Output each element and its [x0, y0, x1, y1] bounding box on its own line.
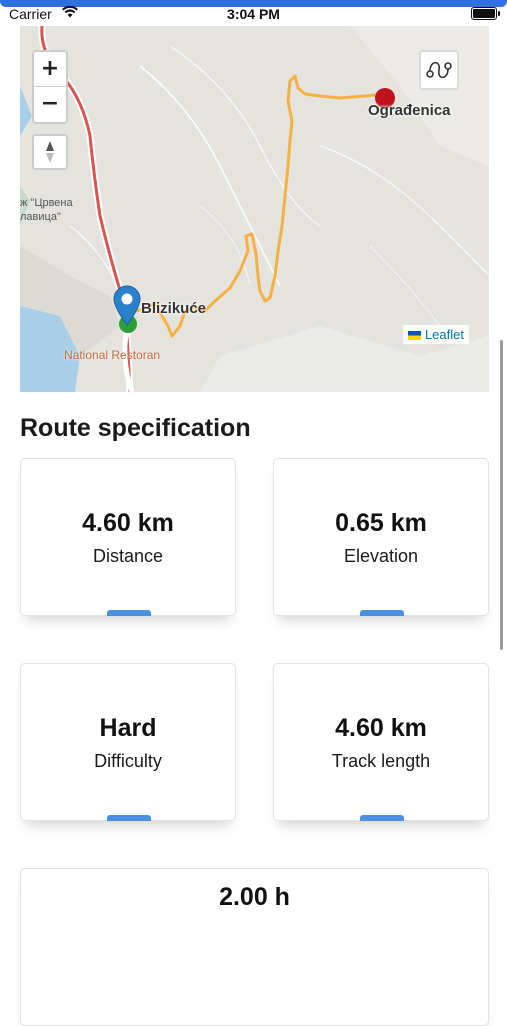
card-accent-bar: [360, 610, 404, 616]
card-label: Distance: [92, 546, 164, 566]
place-label-start: Blizikuće: [141, 300, 207, 317]
spec-card-difficulty[interactable]: Hard Difficulty: [20, 663, 236, 821]
restaurant-label: National Restoran: [64, 348, 161, 362]
zoom-out-button[interactable]: −: [34, 87, 66, 122]
clock-time: 3:04 PM: [227, 6, 280, 22]
compass-icon: [46, 141, 54, 163]
card-label: Elevation: [343, 546, 419, 566]
route-icon: [426, 61, 452, 79]
spec-card-distance[interactable]: 4.60 km Distance: [20, 458, 236, 616]
card-label: Difficulty: [94, 751, 162, 771]
card-value: 4.60 km: [82, 509, 174, 537]
leaflet-link[interactable]: Leaflet: [425, 327, 464, 342]
battery-icon: [471, 7, 500, 20]
cyrillic-line-2: лавица": [20, 211, 61, 223]
scrollbar[interactable]: [500, 340, 503, 650]
place-label-end: Ograđenica: [368, 102, 451, 119]
compass-button[interactable]: [32, 134, 68, 170]
ukraine-flag-icon: [407, 331, 421, 341]
cyrillic-place-label: ж "Црвена лавица": [20, 196, 73, 224]
status-bar: Carrier 3:04 PM: [0, 0, 507, 26]
card-value: 2.00 h: [219, 883, 290, 911]
card-value: Hard: [99, 714, 157, 742]
card-value: 4.60 km: [335, 714, 427, 742]
cyrillic-line-1: ж "Црвена: [20, 197, 73, 209]
card-label: Track length: [331, 751, 431, 771]
spec-card-elevation[interactable]: 0.65 km Elevation: [273, 458, 489, 616]
spec-card-duration[interactable]: 2.00 h: [20, 868, 489, 1026]
spec-card-track-length[interactable]: 4.60 km Track length: [273, 663, 489, 821]
zoom-control: + −: [32, 50, 68, 124]
leaflet-attribution[interactable]: Leaflet: [402, 325, 469, 344]
route-toggle-button[interactable]: [419, 50, 459, 90]
zoom-in-button[interactable]: +: [34, 52, 66, 87]
card-accent-bar: [107, 815, 151, 821]
section-title: Route specification: [20, 414, 251, 442]
card-accent-bar: [107, 610, 151, 616]
location-pin-icon[interactable]: [112, 284, 142, 326]
card-value: 0.65 km: [335, 509, 427, 537]
card-accent-bar: [360, 815, 404, 821]
route-map[interactable]: Blizikuće Ograđenica National Restoran ж…: [20, 26, 489, 392]
